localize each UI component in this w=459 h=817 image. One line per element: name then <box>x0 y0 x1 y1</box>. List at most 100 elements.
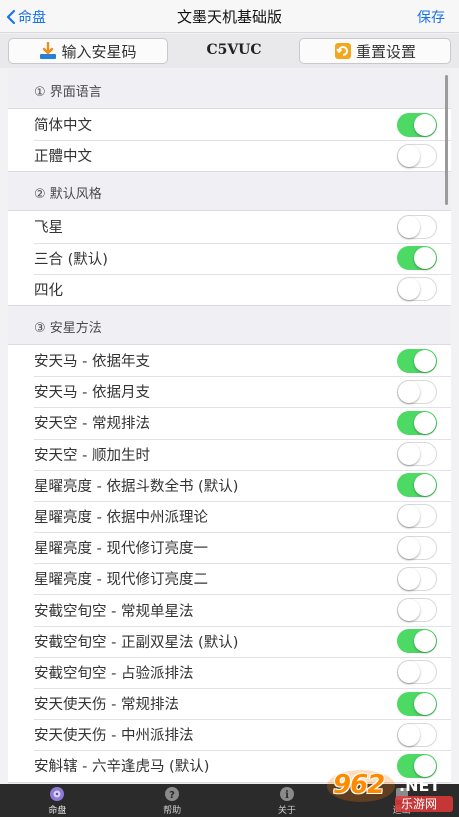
toggle-switch[interactable] <box>397 379 437 404</box>
setting-row: 正體中文 <box>8 140 451 171</box>
toggle-switch[interactable] <box>397 722 437 747</box>
toggle-switch[interactable] <box>397 629 437 654</box>
settings-group: 飞星三合 (默认) 四化 <box>8 210 451 306</box>
setting-row: 星曜亮度 - 依据中州派理论 <box>8 500 451 532</box>
settings-group: 安天马 - 依据年支安天马 - 依据月支安天空 - 常规排法 安天空 - 顺加生时… <box>8 343 451 783</box>
toggle-knob <box>414 630 436 653</box>
toggle-knob <box>398 599 420 622</box>
back-button[interactable]: 命盘 <box>6 7 46 27</box>
watermark-logo: 962 .NET 乐游网 <box>327 768 455 816</box>
toggle-knob <box>398 723 420 746</box>
setting-label: 星曜亮度 - 现代修订亮度一 <box>34 541 208 558</box>
setting-label: 星曜亮度 - 依据中州派理论 <box>34 509 208 526</box>
setting-row: 安天空 - 常规排法 <box>8 407 451 438</box>
tab-chart[interactable]: 命盘 <box>0 784 115 817</box>
toggle-switch[interactable] <box>397 535 437 560</box>
setting-label: 安天空 - 常规排法 <box>34 416 150 433</box>
toggle-switch[interactable] <box>397 348 437 373</box>
chevron-left-icon <box>6 9 16 25</box>
toggle-knob <box>414 474 436 497</box>
save-button[interactable]: 保存 <box>417 7 445 27</box>
setting-label: 安斛辖 - 六辛逢虎马 (默认) <box>34 759 210 776</box>
watermark-site: 乐游网 <box>401 797 438 811</box>
toggle-knob <box>398 278 420 301</box>
scrollbar[interactable] <box>445 75 448 205</box>
toggle-knob <box>414 247 436 270</box>
setting-row: 四化 <box>8 273 451 305</box>
section-header: ③ 安星方法 <box>34 320 102 336</box>
svg-text:?: ? <box>169 790 175 801</box>
setting-label: 安截空旬空 - 常规单星法 <box>34 603 194 620</box>
setting-row: 安天空 - 顺加生时 <box>8 438 451 470</box>
toggle-knob <box>398 505 420 528</box>
toggle-switch[interactable] <box>397 214 437 239</box>
toggle-switch[interactable] <box>397 442 437 467</box>
toggle-switch[interactable] <box>397 504 437 529</box>
tab-help-label: 帮助 <box>163 805 182 816</box>
setting-row: 飞星 <box>8 211 451 242</box>
toggle-switch[interactable] <box>397 112 437 137</box>
toggle-switch[interactable] <box>397 143 437 168</box>
setting-label: 四化 <box>34 282 63 299</box>
tab-help[interactable]: ? 帮助 <box>115 784 230 817</box>
toggle-knob <box>398 215 420 238</box>
setting-row: 安天使天伤 - 中州派排法 <box>8 719 451 750</box>
setting-row: 星曜亮度 - 依据斗数全书 (默认) <box>8 469 451 501</box>
settings-list[interactable]: ① 界面语言 简体中文正體中文 ② 默认风格 飞星三合 (默认) 四化 ③ 安星方法安天马… <box>8 70 451 784</box>
setting-label: 正體中文 <box>34 149 92 166</box>
toggle-knob <box>398 144 420 167</box>
toggle-switch[interactable] <box>397 410 437 435</box>
setting-label: 安天空 - 顺加生时 <box>34 447 150 464</box>
download-icon <box>40 42 57 59</box>
toolbar: 输入安星码 C5VUC 重置设置 <box>0 34 459 68</box>
tab-chart-label: 命盘 <box>48 805 67 816</box>
question-icon: ? <box>165 786 180 801</box>
toggle-knob <box>414 349 436 372</box>
settings-group: 简体中文 正體中文 <box>8 108 451 173</box>
toggle-switch[interactable] <box>397 660 437 685</box>
setting-row: 安截空旬空 - 正副双星法 (默认) <box>8 625 451 657</box>
setting-label: 安天使天伤 - 中州派排法 <box>34 728 194 745</box>
svg-text:i: i <box>285 790 289 801</box>
setting-row: 安截空旬空 - 常规单星法 <box>8 594 451 625</box>
toggle-switch[interactable] <box>397 566 437 591</box>
toggle-knob <box>398 536 420 559</box>
setting-row: 安天使天伤 - 常规排法 <box>8 688 451 719</box>
settings-code: C5VUC <box>206 42 262 58</box>
setting-label: 飞星 <box>34 220 63 237</box>
setting-row: 星曜亮度 - 现代修订亮度二 <box>8 563 451 594</box>
toggle-knob <box>414 692 436 715</box>
watermark-number: 962 <box>333 770 385 800</box>
import-code-button[interactable]: 输入安星码 <box>8 38 168 64</box>
page-title: 文墨天机基础版 <box>176 7 282 26</box>
reset-settings-label: 重置设置 <box>355 42 416 61</box>
setting-row: 简体中文 <box>8 109 451 140</box>
toggle-knob <box>398 380 420 403</box>
setting-label: 安截空旬空 - 占验派排法 <box>34 665 194 682</box>
section-header: ① 界面语言 <box>34 85 102 100</box>
setting-label: 安天马 - 依据年支 <box>34 354 150 371</box>
setting-label: 安天使天伤 - 常规排法 <box>34 697 179 714</box>
reset-icon <box>334 43 351 59</box>
toggle-switch[interactable] <box>397 277 437 302</box>
toggle-knob <box>398 661 420 684</box>
disc-icon <box>50 786 65 801</box>
toggle-switch[interactable] <box>397 473 437 498</box>
toggle-knob <box>398 567 420 590</box>
reset-settings-button[interactable]: 重置设置 <box>299 38 451 64</box>
setting-label: 星曜亮度 - 依据斗数全书 (默认) <box>34 478 239 495</box>
navigation-bar: 命盘 文墨天机基础版 保存 <box>0 0 459 33</box>
toggle-switch[interactable] <box>397 691 437 716</box>
setting-label: 星曜亮度 - 现代修订亮度二 <box>34 572 208 589</box>
toggle-switch[interactable] <box>397 246 437 271</box>
toggle-knob <box>414 113 436 136</box>
setting-row: 安天马 - 依据月支 <box>8 376 451 407</box>
setting-row: 三合 (默认) <box>8 242 451 274</box>
info-icon: i <box>279 786 294 801</box>
back-label: 命盘 <box>18 10 46 26</box>
setting-label: 简体中文 <box>34 118 92 135</box>
setting-row: 安截空旬空 - 占验派排法 <box>8 656 451 688</box>
section-header: ② 默认风格 <box>34 187 102 203</box>
toggle-switch[interactable] <box>397 598 437 623</box>
setting-label: 安截空旬空 - 正副双星法 (默认) <box>34 634 239 651</box>
